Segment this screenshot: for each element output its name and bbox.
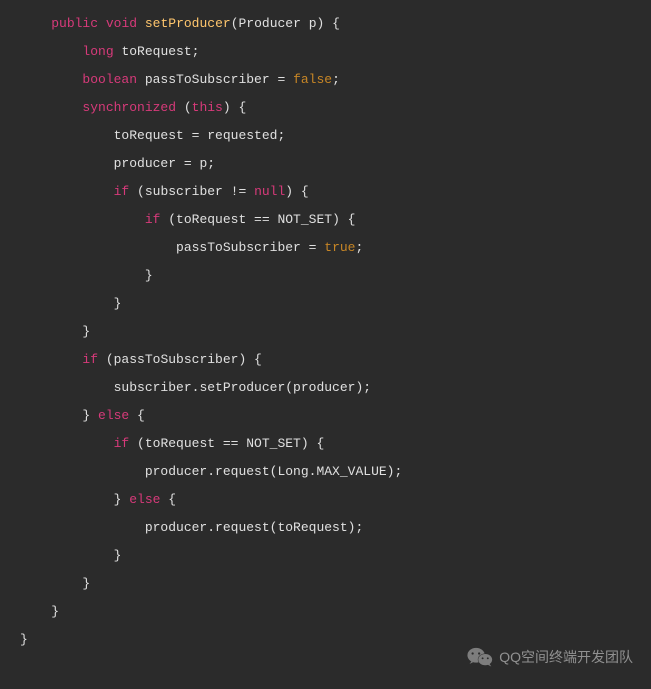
keyword-null: null <box>254 184 285 199</box>
code-text: } <box>82 324 90 339</box>
code-line: if (toRequest == NOT_SET) { <box>20 430 651 458</box>
code-line: if (passToSubscriber) { <box>20 346 651 374</box>
code-line: } else { <box>20 402 651 430</box>
code-text: subscriber.setProducer(producer); <box>114 380 371 395</box>
code-text: toRequest; <box>114 44 200 59</box>
keyword-else: else <box>129 492 160 507</box>
watermark: QQ空间终端开发团队 <box>467 643 633 671</box>
code-line: if (subscriber != null) { <box>20 178 651 206</box>
keyword-this: this <box>192 100 223 115</box>
code-text: ( <box>176 100 192 115</box>
code-line: } <box>20 542 651 570</box>
code-block: public void setProducer(Producer p) { lo… <box>20 10 651 654</box>
keyword-if: if <box>82 352 98 367</box>
code-line: producer.request(Long.MAX_VALUE); <box>20 458 651 486</box>
keyword-synchronized: synchronized <box>82 100 176 115</box>
code-line: boolean passToSubscriber = false; <box>20 66 651 94</box>
code-line: public void setProducer(Producer p) { <box>20 10 651 38</box>
keyword-if: if <box>114 184 130 199</box>
keyword-public: public <box>51 16 98 31</box>
code-line: } <box>20 598 651 626</box>
code-text: } <box>82 576 90 591</box>
code-text: } <box>114 548 122 563</box>
keyword-if: if <box>145 212 161 227</box>
code-text: toRequest = requested; <box>114 128 286 143</box>
code-text: { <box>129 408 145 423</box>
keyword-if: if <box>114 436 130 451</box>
watermark-text: QQ空间终端开发团队 <box>499 643 633 671</box>
code-text: } <box>145 268 153 283</box>
code-text: passToSubscriber = <box>137 72 293 87</box>
code-text: (passToSubscriber) { <box>98 352 262 367</box>
code-text: producer.request(toRequest); <box>145 520 363 535</box>
code-text: } <box>114 492 130 507</box>
keyword-void: void <box>106 16 137 31</box>
code-text: } <box>51 604 59 619</box>
code-text: ; <box>355 240 363 255</box>
keyword-long: long <box>82 44 113 59</box>
code-line: } <box>20 318 651 346</box>
code-line: if (toRequest == NOT_SET) { <box>20 206 651 234</box>
code-line: } <box>20 290 651 318</box>
code-text: } <box>20 632 28 647</box>
method-name: setProducer <box>145 16 231 31</box>
code-line: producer.request(toRequest); <box>20 514 651 542</box>
code-text: ; <box>332 72 340 87</box>
code-text: } <box>82 408 98 423</box>
code-text: (toRequest == NOT_SET) { <box>129 436 324 451</box>
code-line: producer = p; <box>20 150 651 178</box>
code-line: subscriber.setProducer(producer); <box>20 374 651 402</box>
keyword-else: else <box>98 408 129 423</box>
code-text: passToSubscriber = <box>176 240 324 255</box>
code-text: producer = p; <box>114 156 215 171</box>
wechat-icon <box>467 646 493 668</box>
code-line: passToSubscriber = true; <box>20 234 651 262</box>
code-text: (toRequest == NOT_SET) { <box>160 212 355 227</box>
code-line: } else { <box>20 486 651 514</box>
code-line: } <box>20 570 651 598</box>
code-text: ) { <box>223 100 246 115</box>
code-line: synchronized (this) { <box>20 94 651 122</box>
code-text: } <box>114 296 122 311</box>
code-text: (Producer p) { <box>231 16 340 31</box>
keyword-false: false <box>293 72 332 87</box>
code-line: } <box>20 262 651 290</box>
code-line: toRequest = requested; <box>20 122 651 150</box>
code-text: ) { <box>285 184 308 199</box>
code-text: { <box>160 492 176 507</box>
code-line: long toRequest; <box>20 38 651 66</box>
keyword-boolean: boolean <box>82 72 137 87</box>
keyword-true: true <box>324 240 355 255</box>
code-text: producer.request(Long.MAX_VALUE); <box>145 464 402 479</box>
code-text: (subscriber != <box>129 184 254 199</box>
